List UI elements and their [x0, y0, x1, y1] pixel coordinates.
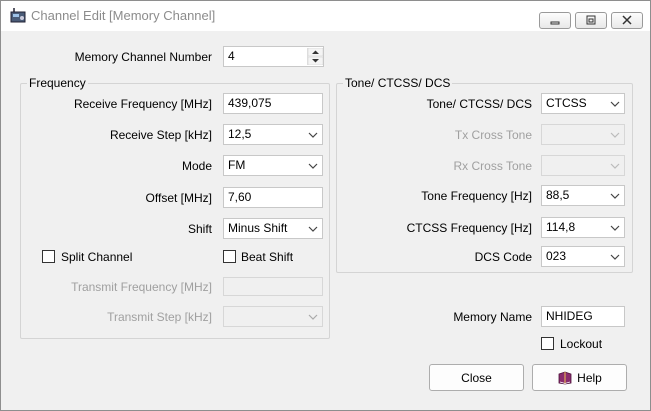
memory-name-label: Memory Name — [453, 310, 532, 324]
ctcss-frequency-select[interactable]: 114,8 — [541, 217, 625, 238]
radio-app-icon — [10, 8, 26, 24]
transmit-step-label: Transmit Step [kHz] — [107, 310, 212, 324]
dcs-code-select[interactable]: 023 — [541, 246, 625, 267]
offset-input[interactable]: 7,60 — [223, 187, 323, 208]
lockout-checkbox[interactable] — [541, 337, 554, 350]
offset-label: Offset [MHz] — [145, 191, 212, 205]
chevron-down-icon — [610, 251, 620, 261]
tone-mode-label: Tone/ CTCSS/ DCS — [426, 97, 532, 111]
transmit-step-select[interactable] — [223, 306, 323, 327]
shift-value: Minus Shift — [228, 221, 288, 235]
title-bar[interactable]: Channel Edit [Memory Channel] — [1, 1, 650, 31]
split-channel-checkbox[interactable] — [42, 250, 55, 263]
transmit-frequency-label: Transmit Frequency [MHz] — [71, 280, 212, 294]
close-icon — [622, 14, 632, 28]
chevron-down-icon — [610, 98, 620, 108]
lockout-label: Lockout — [560, 337, 603, 351]
tone-frequency-label: Tone Frequency [Hz] — [421, 189, 532, 203]
mode-label: Mode — [181, 159, 212, 173]
memory-channel-number-spinner[interactable]: 4 — [223, 46, 324, 67]
help-button[interactable]: Help — [532, 364, 627, 391]
window-title: Channel Edit [Memory Channel] — [31, 8, 216, 23]
transmit-frequency-input[interactable] — [223, 277, 323, 296]
receive-step-value: 12,5 — [228, 127, 252, 141]
help-button-label: Help — [577, 370, 602, 385]
tx-cross-tone-select[interactable] — [541, 124, 625, 145]
memory-name-input[interactable]: NHIDEG — [541, 306, 625, 327]
chevron-down-icon — [308, 129, 318, 139]
minimize-button[interactable] — [539, 12, 571, 29]
channel-edit-window: Channel Edit [Memory Channel] Memory Cha… — [0, 0, 651, 411]
tone-mode-value: CTCSS — [546, 96, 587, 110]
chevron-down-icon — [610, 129, 620, 139]
maximize-icon — [586, 14, 596, 28]
ctcss-frequency-value: 114,8 — [546, 220, 576, 234]
chevron-down-icon — [610, 160, 620, 170]
mode-value: FM — [228, 158, 246, 172]
receive-step-select[interactable]: 12,5 — [223, 124, 323, 145]
chevron-down-icon — [308, 223, 318, 233]
shift-select[interactable]: Minus Shift — [223, 218, 323, 239]
frequency-group: Frequency — [20, 76, 330, 339]
memory-channel-number-value: 4 — [228, 49, 235, 63]
maximize-button[interactable] — [575, 12, 607, 29]
dialog-content: Memory Channel Number 4 Frequency Receiv… — [9, 32, 642, 402]
chevron-down-icon — [308, 160, 318, 170]
help-book-icon — [557, 371, 573, 385]
chevron-down-icon — [610, 190, 620, 200]
minimize-icon — [550, 14, 560, 28]
memory-channel-number-label: Memory Channel Number — [74, 50, 212, 64]
receive-frequency-label: Receive Frequency [MHz] — [73, 97, 212, 111]
frequency-group-title: Frequency — [27, 76, 88, 90]
close-button-label: Close — [461, 370, 492, 385]
chevron-down-icon — [610, 222, 620, 232]
tone-frequency-value: 88,5 — [546, 188, 570, 202]
split-channel-label: Split Channel — [61, 250, 133, 264]
rx-cross-tone-select[interactable] — [541, 155, 625, 176]
ctcss-frequency-label: CTCSS Frequency [Hz] — [406, 221, 532, 235]
close-button[interactable]: Close — [429, 364, 524, 391]
tx-cross-tone-label: Tx Cross Tone — [454, 128, 532, 142]
receive-step-label: Receive Step [kHz] — [109, 128, 212, 142]
tone-mode-select[interactable]: CTCSS — [541, 93, 625, 114]
tone-group-title: Tone/ CTCSS/ DCS — [343, 76, 453, 90]
dcs-code-value: 023 — [546, 249, 567, 263]
tone-frequency-select[interactable]: 88,5 — [541, 185, 625, 206]
window-close-button[interactable] — [611, 12, 643, 29]
chevron-down-icon — [308, 311, 318, 321]
dcs-code-label: DCS Code — [474, 250, 532, 264]
mode-select[interactable]: FM — [223, 155, 323, 176]
rx-cross-tone-label: Rx Cross Tone — [453, 159, 532, 173]
receive-frequency-input[interactable]: 439,075 — [223, 93, 323, 114]
beat-shift-checkbox[interactable] — [223, 250, 236, 263]
beat-shift-label: Beat Shift — [241, 250, 294, 264]
spinner-arrows[interactable] — [307, 47, 323, 66]
shift-label: Shift — [187, 222, 212, 236]
